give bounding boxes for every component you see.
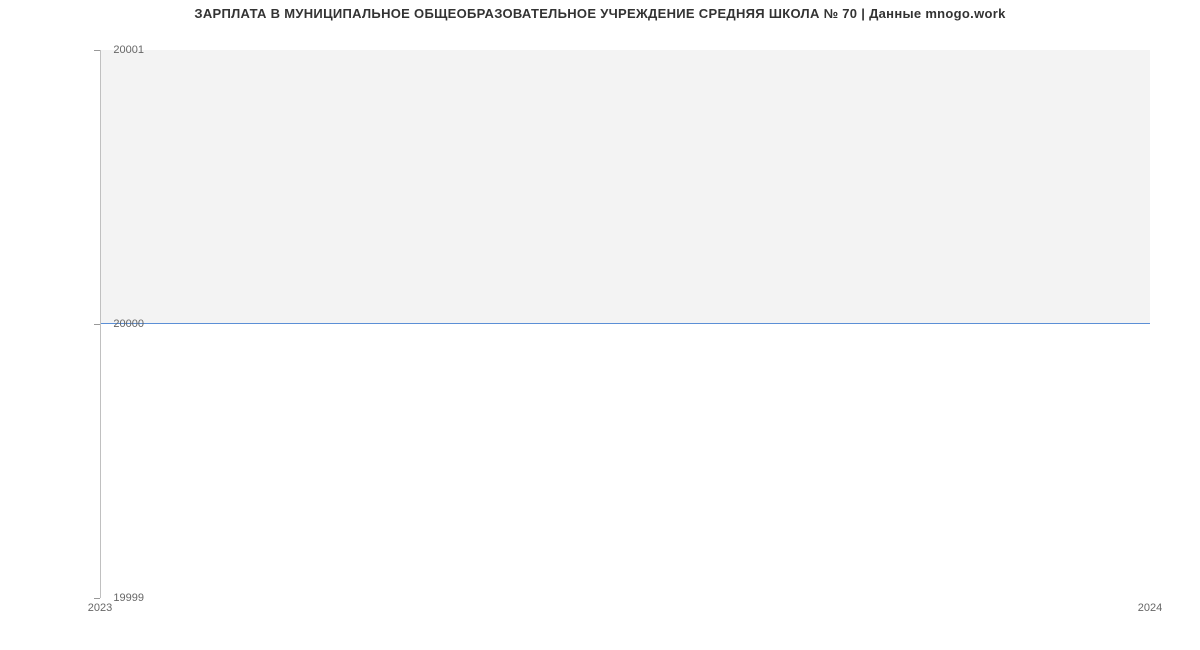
chart-plot-area (100, 50, 1150, 598)
y-axis-tick-mid: 20000 (113, 318, 144, 330)
y-axis-tick-top: 20001 (113, 44, 144, 56)
y-axis-line (100, 50, 101, 598)
y-tick-mark-bottom (94, 598, 100, 599)
data-series-line (100, 323, 1150, 324)
plot-background-upper (100, 50, 1150, 324)
y-axis-tick-bottom: 19999 (113, 592, 144, 604)
plot-background-lower (100, 324, 1150, 598)
x-axis-tick-right: 2024 (1138, 602, 1162, 614)
chart-title: ЗАРПЛАТА В МУНИЦИПАЛЬНОЕ ОБЩЕОБРАЗОВАТЕЛ… (0, 0, 1200, 21)
x-axis-tick-left: 2023 (88, 602, 112, 614)
